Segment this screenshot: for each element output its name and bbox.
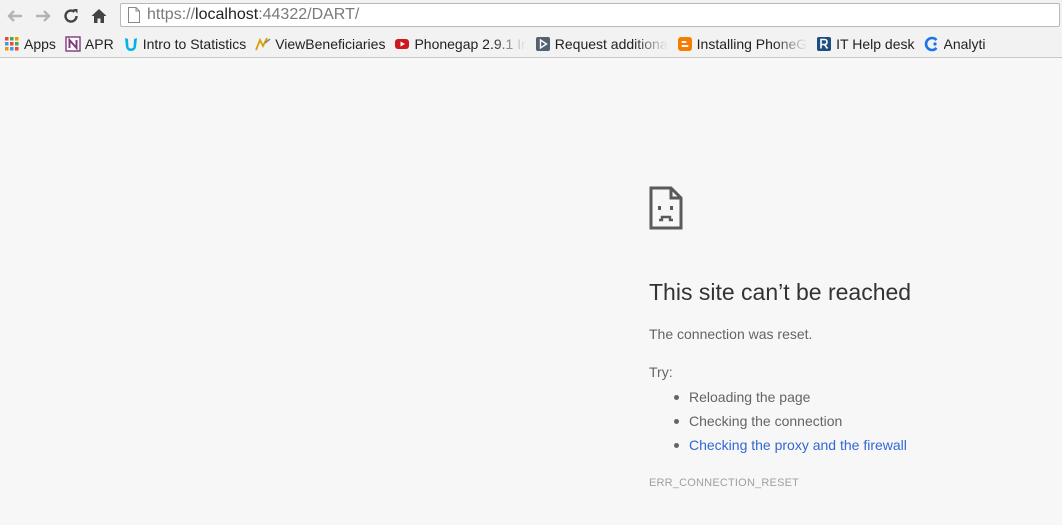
onenote-icon bbox=[65, 36, 81, 52]
bookmark-label: Analyti bbox=[943, 36, 986, 52]
bookmark-apps[interactable]: Apps bbox=[0, 33, 61, 55]
bookmark-analytics[interactable]: Analyti bbox=[920, 33, 991, 55]
reload-icon bbox=[64, 8, 78, 23]
suggestion-check-proxy-link[interactable]: Checking the proxy and the firewall bbox=[671, 435, 907, 459]
error-description: The connection was reset. bbox=[649, 326, 813, 342]
url-scheme: https:// bbox=[147, 6, 196, 23]
bookmark-phonegap-video[interactable]: Phonegap 2.9.1 Ir bbox=[390, 33, 530, 55]
home-icon bbox=[91, 8, 107, 23]
suggestions-list: Reloading the page Checking the connecti… bbox=[671, 387, 907, 459]
error-headline: This site can’t be reached bbox=[649, 279, 912, 305]
beneficiaries-icon bbox=[255, 36, 271, 52]
bookmark-label: Apps bbox=[24, 36, 56, 52]
page-icon bbox=[128, 7, 140, 23]
bookmark-label: Request additiona bbox=[554, 36, 668, 52]
address-bar[interactable]: https://localhost:44322/DART/ bbox=[120, 3, 1060, 27]
back-button[interactable] bbox=[2, 3, 28, 29]
browser-toolbar: https://localhost:44322/DART/ bbox=[0, 0, 1062, 31]
suggestion-reload: Reloading the page bbox=[671, 387, 907, 411]
helpdesk-icon bbox=[816, 36, 832, 52]
bookmark-intro-to-statistics[interactable]: Intro to Statistics bbox=[119, 33, 251, 55]
url-host: localhost bbox=[195, 6, 259, 23]
bookmark-viewbeneficiaries[interactable]: ViewBeneficiaries bbox=[251, 33, 390, 55]
analytics-icon bbox=[924, 36, 940, 52]
apps-grid-icon bbox=[4, 36, 20, 52]
blogger-icon bbox=[677, 36, 693, 52]
udacity-icon bbox=[123, 36, 139, 52]
back-arrow-icon bbox=[7, 9, 22, 22]
bookmark-installing-phonegap[interactable]: Installing PhoneG bbox=[673, 33, 813, 55]
suggestion-check-connection: Checking the connection bbox=[671, 411, 907, 435]
bookmark-request-additional[interactable]: Request additiona bbox=[531, 33, 673, 55]
bookmarks-bar: Apps APR Intro to Statistics ViewBenefic… bbox=[0, 31, 1062, 58]
forward-button[interactable] bbox=[30, 3, 56, 29]
bookmark-label: Installing PhoneG bbox=[696, 36, 808, 52]
youtube-icon bbox=[394, 36, 410, 52]
url-text[interactable]: https://localhost:44322/DART/ bbox=[147, 6, 359, 24]
bookmark-it-help-desk[interactable]: IT Help desk bbox=[812, 33, 919, 55]
error-content: This site can’t be reached The connectio… bbox=[649, 186, 1049, 489]
home-button[interactable] bbox=[86, 3, 112, 29]
try-label: Try: bbox=[649, 364, 673, 380]
bookmark-label: IT Help desk bbox=[836, 36, 915, 52]
bookmark-apr[interactable]: APR bbox=[61, 33, 119, 55]
bookmark-label: APR bbox=[84, 36, 114, 52]
reload-button[interactable] bbox=[58, 3, 84, 29]
forward-arrow-icon bbox=[36, 9, 51, 22]
url-path: :44322/DART/ bbox=[258, 6, 360, 23]
bookmark-label: ViewBeneficiaries bbox=[275, 36, 386, 52]
sad-page-icon bbox=[649, 186, 683, 230]
request-icon bbox=[535, 36, 551, 52]
error-code: ERR_CONNECTION_RESET bbox=[649, 477, 800, 489]
bookmark-label: Intro to Statistics bbox=[142, 36, 247, 52]
bookmark-label: Phonegap 2.9.1 Ir bbox=[414, 36, 526, 52]
